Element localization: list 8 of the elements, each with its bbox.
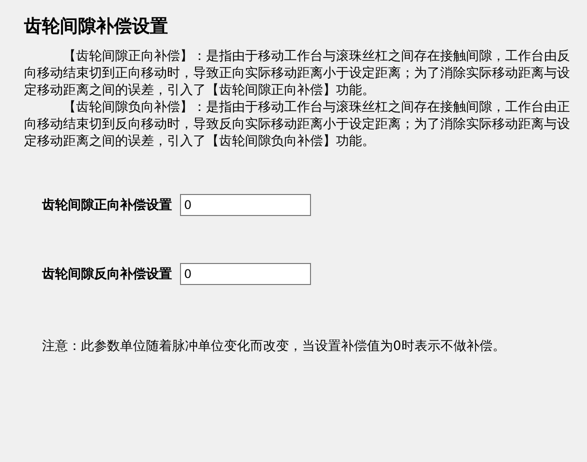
input-field[interactable]: 0	[180, 263, 311, 285]
note-text: 注意：此参数单位随着脉冲单位变化而改变，当设置补偿值为0时表示不做补偿。	[42, 338, 506, 355]
input-field[interactable]: 0	[180, 194, 311, 216]
paragraph: 【齿轮间隙正向补偿】：是指由于移动工作台与滚珠丝杠之间存在接触间隙，工作台由反向移动结束切到正向移动时，导致正向实际移动距离小于设定距离；为了消除实际移动距离与设定移动距离之间的误差，引入了【齿轮间隙正向补偿】功能。	[24, 48, 571, 99]
field-label: 齿轮间隙反向补偿设置	[42, 266, 172, 283]
paragraph: 【齿轮间隙负向补偿】：是指由于移动工作台与滚珠丝杠之间存在接触间隙，工作台由正向移动结束切到反向移动时，导致反向实际移动距离小于设定距离；为了消除实际移动距离与设定移动距离之间的误差，引入了【齿轮间隙负向补偿】功能。	[24, 99, 571, 150]
page-title: 齿轮间隙补偿设置	[24, 15, 169, 39]
field-label: 齿轮间隙正向补偿设置	[42, 196, 172, 214]
